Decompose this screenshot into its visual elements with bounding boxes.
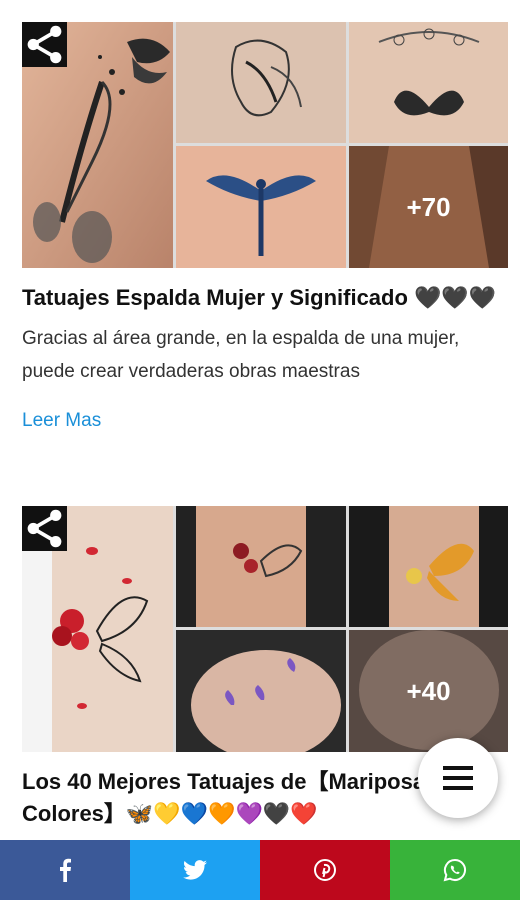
- whatsapp-share-button[interactable]: [390, 840, 520, 900]
- article-description: Gracias al área grande, en la espalda de…: [22, 328, 460, 382]
- twitter-icon: [183, 860, 207, 880]
- hamburger-menu-icon: [443, 766, 473, 790]
- pinterest-icon: [314, 859, 336, 881]
- article-title[interactable]: Tatuajes Espalda Mujer y Significado 🖤🖤🖤: [22, 282, 508, 314]
- gallery-image-4[interactable]: [176, 630, 346, 752]
- gallery-image-5[interactable]: +70: [349, 146, 508, 268]
- facebook-share-button[interactable]: [0, 840, 130, 900]
- menu-button[interactable]: [418, 738, 498, 818]
- gallery-image-3[interactable]: [349, 506, 508, 627]
- share-button[interactable]: [22, 506, 67, 551]
- image-gallery[interactable]: +70: [22, 22, 508, 268]
- gallery-image-3[interactable]: [349, 22, 508, 143]
- share-icon: [27, 25, 62, 64]
- pinterest-share-button[interactable]: [260, 840, 390, 900]
- image-gallery[interactable]: +40: [22, 506, 508, 752]
- gallery-image-2[interactable]: [176, 22, 346, 143]
- share-icon: [27, 509, 62, 548]
- article-card[interactable]: +70 Tatuajes Espalda Mujer y Significado…: [22, 22, 508, 432]
- social-share-bar: [0, 840, 520, 900]
- gallery-image-5[interactable]: +40: [349, 630, 508, 752]
- gallery-image-2[interactable]: [176, 506, 346, 627]
- more-images-count[interactable]: +40: [349, 630, 508, 752]
- twitter-share-button[interactable]: [130, 840, 260, 900]
- share-button[interactable]: [22, 22, 67, 67]
- gallery-image-4[interactable]: [176, 146, 346, 268]
- facebook-icon: [60, 858, 71, 882]
- more-images-count[interactable]: +70: [349, 146, 508, 268]
- read-more-link[interactable]: Leer Mas: [22, 410, 101, 432]
- whatsapp-icon: [443, 858, 467, 882]
